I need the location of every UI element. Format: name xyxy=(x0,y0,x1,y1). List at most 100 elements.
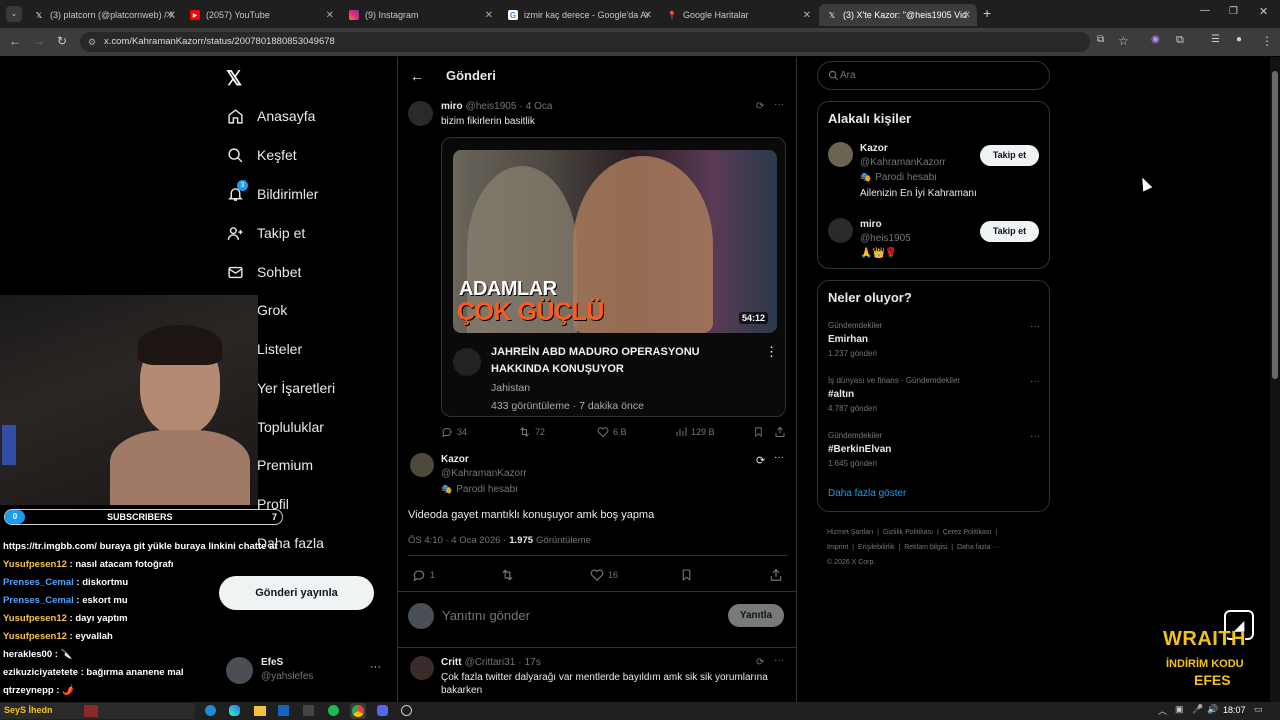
browser-tab-4[interactable]: 📍 Google Haritalar ✕ xyxy=(659,4,817,26)
channel-avatar[interactable] xyxy=(453,348,481,376)
avatar[interactable] xyxy=(828,142,853,167)
search-box[interactable]: Ara xyxy=(817,61,1050,90)
extension-icon[interactable]: ◉ xyxy=(1151,34,1160,45)
like-button[interactable]: 6 B xyxy=(597,426,627,438)
person-handle[interactable]: @KahramanKazorr xyxy=(860,157,946,168)
sidebar-item-chat[interactable]: Sohbet xyxy=(226,263,301,281)
media-controls-icon[interactable]: ☰ xyxy=(1211,34,1220,45)
x-logo-icon[interactable]: 𝕏 xyxy=(226,66,242,91)
grok-icon[interactable]: ⟳ xyxy=(756,101,764,112)
post-author-handle[interactable]: @KahramanKazorr xyxy=(441,468,527,479)
show-more-link[interactable]: Daha fazla göster xyxy=(828,488,906,499)
profile-icon[interactable]: ● xyxy=(1236,34,1242,45)
new-tab-button[interactable]: + xyxy=(983,5,991,21)
page-scrollbar[interactable] xyxy=(1270,57,1280,702)
sidebar-item-explore[interactable]: Keşfet xyxy=(226,146,297,164)
bookmark-star-icon[interactable]: ☆ xyxy=(1118,34,1129,48)
share-button[interactable] xyxy=(769,568,787,582)
video-channel[interactable]: Jahistan xyxy=(491,382,530,394)
footer-link[interactable]: Gizlilik Politikası xyxy=(883,529,933,536)
post-author-name[interactable]: Kazor xyxy=(441,454,469,465)
taskbar-stream-preview[interactable]: SeyS İhedn xyxy=(0,703,195,719)
reload-icon[interactable]: ↻ xyxy=(57,34,67,48)
volume-icon[interactable]: 🔊 xyxy=(1207,704,1218,715)
grok-icon[interactable]: ⟳ xyxy=(756,454,765,467)
back-icon[interactable]: ← xyxy=(9,34,21,48)
obs-icon[interactable] xyxy=(401,705,412,716)
tray-chevron-icon[interactable]: ︿ xyxy=(1158,704,1167,717)
sidebar-item-home[interactable]: Anasayfa xyxy=(226,107,315,125)
close-window-button[interactable]: ✕ xyxy=(1259,5,1268,18)
reply-button[interactable]: 34 xyxy=(441,426,467,438)
url-bar[interactable]: ⚙ x.com/KahramanKazorr/status/2007801880… xyxy=(80,32,1090,52)
sidebar-item-communities[interactable]: Topluluklar xyxy=(257,419,324,435)
close-tab-icon[interactable]: ✕ xyxy=(963,10,971,21)
follow-button[interactable]: Takip et xyxy=(980,221,1039,242)
chrome-icon[interactable] xyxy=(350,703,366,719)
discord-icon[interactable] xyxy=(377,705,388,716)
install-app-icon[interactable]: ⧉ xyxy=(1097,34,1104,45)
sidebar-item-notifications[interactable]: 3 Bildirimler xyxy=(226,180,318,203)
more-dots-icon[interactable]: ··· xyxy=(1030,431,1040,442)
footer-link[interactable]: Hizmet Şartları xyxy=(827,529,873,536)
notification-center-icon[interactable]: ▭ xyxy=(1254,704,1263,715)
person-handle[interactable]: @heis1905 xyxy=(860,233,911,244)
minimize-button[interactable]: — xyxy=(1200,5,1210,16)
avatar[interactable] xyxy=(408,101,433,126)
reply-submit-button[interactable]: Yanıtla xyxy=(728,604,784,627)
reply-input[interactable]: Yanıtını gönder xyxy=(442,608,530,623)
follow-button[interactable]: Takip et xyxy=(980,145,1039,166)
sidebar-item-premium[interactable]: Premium xyxy=(257,457,313,473)
sidebar-item-follow[interactable]: Takip et xyxy=(226,224,305,242)
store-icon[interactable] xyxy=(303,705,314,716)
bookmark-button[interactable] xyxy=(753,426,768,438)
sidebar-item-lists[interactable]: Listeler xyxy=(257,341,302,357)
close-tab-icon[interactable]: ✕ xyxy=(644,10,652,21)
maximize-button[interactable]: ❐ xyxy=(1229,6,1238,17)
video-card[interactable]: ADAMLAR ÇOK GÜÇLÜ 54:12 JAHREİN ABD MADU… xyxy=(441,137,786,417)
extensions-puzzle-icon[interactable]: ⧉ xyxy=(1176,34,1184,47)
video-menu-icon[interactable]: ⋮ xyxy=(765,344,778,360)
more-dots-icon[interactable]: ··· xyxy=(774,99,784,110)
browser-tab-5[interactable]: 𝕏 (3) X'te Kazor: "@heis1905 Vid ✕ xyxy=(819,4,977,26)
edge-icon[interactable] xyxy=(205,705,216,716)
more-dots-icon[interactable]: ··· xyxy=(370,661,381,673)
clock[interactable]: 18:07 xyxy=(1223,705,1246,715)
grok-icon[interactable]: ⟳ xyxy=(756,657,764,668)
mic-icon[interactable]: 🎤 xyxy=(1192,704,1203,715)
scrollbar-thumb[interactable] xyxy=(1272,71,1278,379)
footer-link[interactable]: Daha fazla ··· xyxy=(957,544,999,551)
browser-tab-0[interactable]: 𝕏 (3) platcorn (@platcornweb) / X ✕ xyxy=(26,4,180,26)
close-tab-icon[interactable]: ✕ xyxy=(803,10,811,21)
copilot-icon[interactable] xyxy=(229,705,240,716)
spotify-icon[interactable] xyxy=(328,705,339,716)
menu-kebab-icon[interactable]: ⋮ xyxy=(1261,34,1273,48)
footer-link[interactable]: Çerez Politikası xyxy=(943,529,992,536)
trend-item[interactable]: İş dünyası ve finans · Gündemdekiler #al… xyxy=(828,376,1040,418)
search-input[interactable]: Ara xyxy=(840,70,856,81)
avatar[interactable] xyxy=(828,218,853,243)
trend-item[interactable]: Gündemdekiler Emirhan 1.237 gönderi ··· xyxy=(828,321,1040,363)
back-arrow-icon[interactable]: ← xyxy=(410,68,424,84)
close-tab-icon[interactable]: ✕ xyxy=(326,10,334,21)
views-button[interactable]: 129 B xyxy=(675,426,715,438)
person-name[interactable]: miro xyxy=(860,219,882,230)
more-dots-icon[interactable]: ··· xyxy=(1030,376,1040,387)
repost-button[interactable]: 72 xyxy=(518,426,545,438)
share-button[interactable] xyxy=(774,426,790,438)
footer-link[interactable]: Erişilebilirlik xyxy=(858,544,895,551)
avatar[interactable] xyxy=(410,453,434,477)
site-info-icon[interactable]: ⚙ xyxy=(88,32,96,52)
more-dots-icon[interactable]: ··· xyxy=(774,452,784,463)
network-icon[interactable]: ▣ xyxy=(1175,704,1184,715)
browser-tab-3[interactable]: Gizmir kaç derece - Google'da Ar ✕ xyxy=(500,4,658,26)
close-tab-icon[interactable]: ✕ xyxy=(485,10,493,21)
avatar[interactable] xyxy=(410,656,434,680)
folder-icon[interactable] xyxy=(254,706,266,716)
video-title[interactable]: JAHREİN ABD MADURO OPERASYONU HAKKINDA K… xyxy=(491,344,731,378)
browser-tab-1[interactable]: ▶ (2057) YouTube ✕ xyxy=(182,4,340,26)
outlook-icon[interactable] xyxy=(278,705,289,716)
bookmark-button[interactable] xyxy=(680,568,697,582)
more-dots-icon[interactable]: ··· xyxy=(774,655,784,666)
browser-tab-2[interactable]: (9) Instagram ✕ xyxy=(341,4,499,26)
